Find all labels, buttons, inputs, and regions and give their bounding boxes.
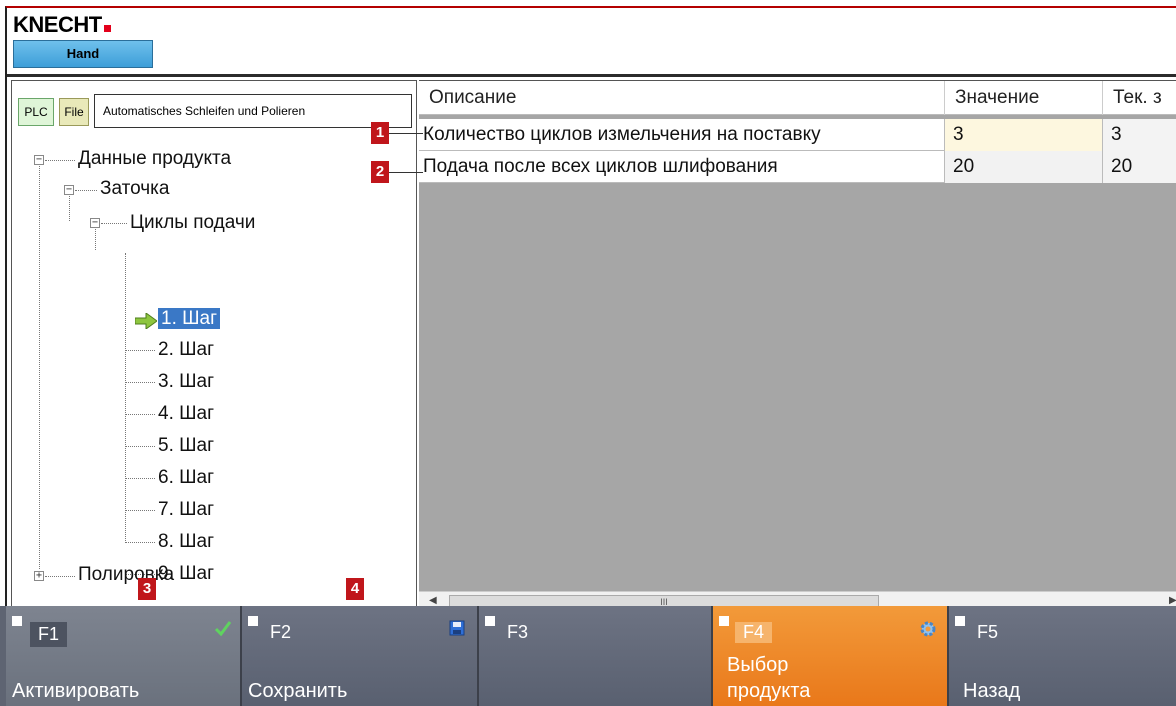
tree-node-sharpening[interactable]: Заточка — [100, 177, 169, 201]
navigation-pane: PLC File Automatisches Schleifen und Pol… — [11, 80, 417, 612]
cell-value[interactable]: 3 — [945, 119, 1103, 151]
table-row[interactable]: Количество циклов измельчения на поставк… — [419, 119, 1176, 151]
plc-button[interactable]: PLC — [18, 98, 54, 126]
table-row[interactable]: Подача после всех циклов шлифования 20 2… — [419, 151, 1176, 183]
f1-activate-button[interactable]: F1 Активировать — [6, 606, 242, 706]
callout-marker: 3 — [138, 578, 156, 600]
tree-connector — [95, 225, 96, 250]
callout-marker: 1 — [371, 122, 389, 144]
tree-node-step[interactable]: 1. Шаг — [158, 307, 221, 331]
tree-connector — [125, 446, 155, 447]
callout-marker: 4 — [346, 578, 364, 600]
fkey-label: Выбор — [727, 654, 789, 676]
checkbox-icon — [248, 616, 258, 626]
header-divider — [7, 74, 1176, 77]
checkbox-icon — [719, 616, 729, 626]
tree-connector — [45, 576, 75, 577]
tree-node-polishing[interactable]: Полировка — [78, 563, 174, 587]
table-header: Описание Значение Тек. з — [419, 81, 1176, 115]
tree-connector — [69, 191, 70, 221]
tree-node-step[interactable]: 4. Шаг — [158, 402, 214, 426]
tree-connector — [45, 160, 75, 161]
tree-node-product-data[interactable]: Данные продукта — [78, 147, 231, 171]
cell-description: Подача после всех циклов шлифования — [419, 151, 945, 183]
scroll-right-icon[interactable]: ▶ — [1169, 595, 1176, 606]
tree-node-step[interactable]: 6. Шаг — [158, 466, 214, 490]
collapse-toggle[interactable]: − — [64, 185, 74, 195]
fkey-number: F4 — [735, 622, 773, 643]
parameter-table: Описание Значение Тек. з Количество цикл… — [419, 80, 1176, 612]
tree-connector — [39, 161, 40, 569]
column-header-value[interactable]: Значение — [945, 81, 1103, 115]
fkey-label: Назад — [963, 680, 1021, 702]
checkbox-icon — [485, 616, 495, 626]
checkbox-icon — [955, 616, 965, 626]
cell-current: 3 — [1103, 119, 1176, 151]
tree-node-step[interactable]: 5. Шаг — [158, 434, 214, 458]
tree-connector — [125, 382, 155, 383]
file-button[interactable]: File — [59, 98, 89, 126]
collapse-toggle[interactable]: − — [90, 218, 100, 228]
cell-description: Количество циклов измельчения на поставк… — [419, 119, 945, 151]
tree-node-step[interactable]: 8. Шаг — [158, 530, 214, 554]
f3-button[interactable]: F3 — [479, 606, 713, 706]
fkey-label: Активировать — [12, 680, 140, 702]
tree-connector — [125, 414, 155, 415]
fkey-number: F5 — [977, 622, 999, 642]
tree-connector — [75, 190, 97, 191]
f2-save-button[interactable]: F2 Сохранить — [242, 606, 479, 706]
checkmark-icon — [214, 621, 232, 636]
program-mode-field[interactable]: Automatisches Schleifen und Polieren — [94, 94, 412, 128]
column-header-current[interactable]: Тек. з — [1103, 81, 1176, 115]
tree-connector — [125, 478, 155, 479]
f5-back-button[interactable]: F5 Назад — [949, 606, 1176, 706]
collapse-toggle[interactable]: − — [34, 155, 44, 165]
application-window: KNECHT Hand PLC File Automatisches Schle… — [5, 6, 1176, 706]
tree-connector — [125, 253, 126, 541]
expand-toggle[interactable]: + — [34, 571, 44, 581]
fkey-label: продукта — [727, 680, 811, 702]
callout-line — [389, 133, 423, 134]
gear-icon — [920, 621, 936, 637]
tree-connector — [101, 223, 127, 224]
tree-node-step[interactable]: 3. Шаг — [158, 370, 214, 394]
tree-connector — [125, 542, 155, 543]
checkbox-icon — [12, 616, 22, 626]
tree-connector — [125, 350, 155, 351]
cell-current: 20 — [1103, 151, 1176, 183]
fkey-label: Сохранить — [248, 680, 348, 702]
f4-product-select-button[interactable]: F4 Выбор продукта — [713, 606, 949, 706]
scroll-left-icon[interactable]: ◀ — [429, 595, 437, 606]
callout-line — [389, 172, 423, 173]
fkey-number: F2 — [270, 622, 292, 642]
callout-marker: 2 — [371, 161, 389, 183]
cell-value[interactable]: 20 — [945, 151, 1103, 183]
arrow-right-icon — [135, 313, 157, 329]
mode-indicator: Hand — [13, 40, 153, 68]
tree-connector — [125, 510, 155, 511]
tree-node-feed-cycles[interactable]: Циклы подачи — [130, 211, 255, 235]
tree-node-step[interactable]: 7. Шаг — [158, 498, 214, 522]
knecht-logo: KNECHT — [13, 12, 111, 38]
function-key-bar: F1 Активировать F2 Сохранить F3 F4 Выбор… — [0, 606, 1176, 706]
product-data-tree: − Данные продукта − Заточка − Циклы пода… — [12, 135, 416, 611]
tree-node-step[interactable]: 2. Шаг — [158, 338, 214, 362]
column-header-description[interactable]: Описание — [419, 81, 945, 115]
fkey-number: F3 — [507, 622, 529, 642]
floppy-disk-icon — [449, 620, 465, 636]
fkey-number: F1 — [30, 622, 68, 647]
